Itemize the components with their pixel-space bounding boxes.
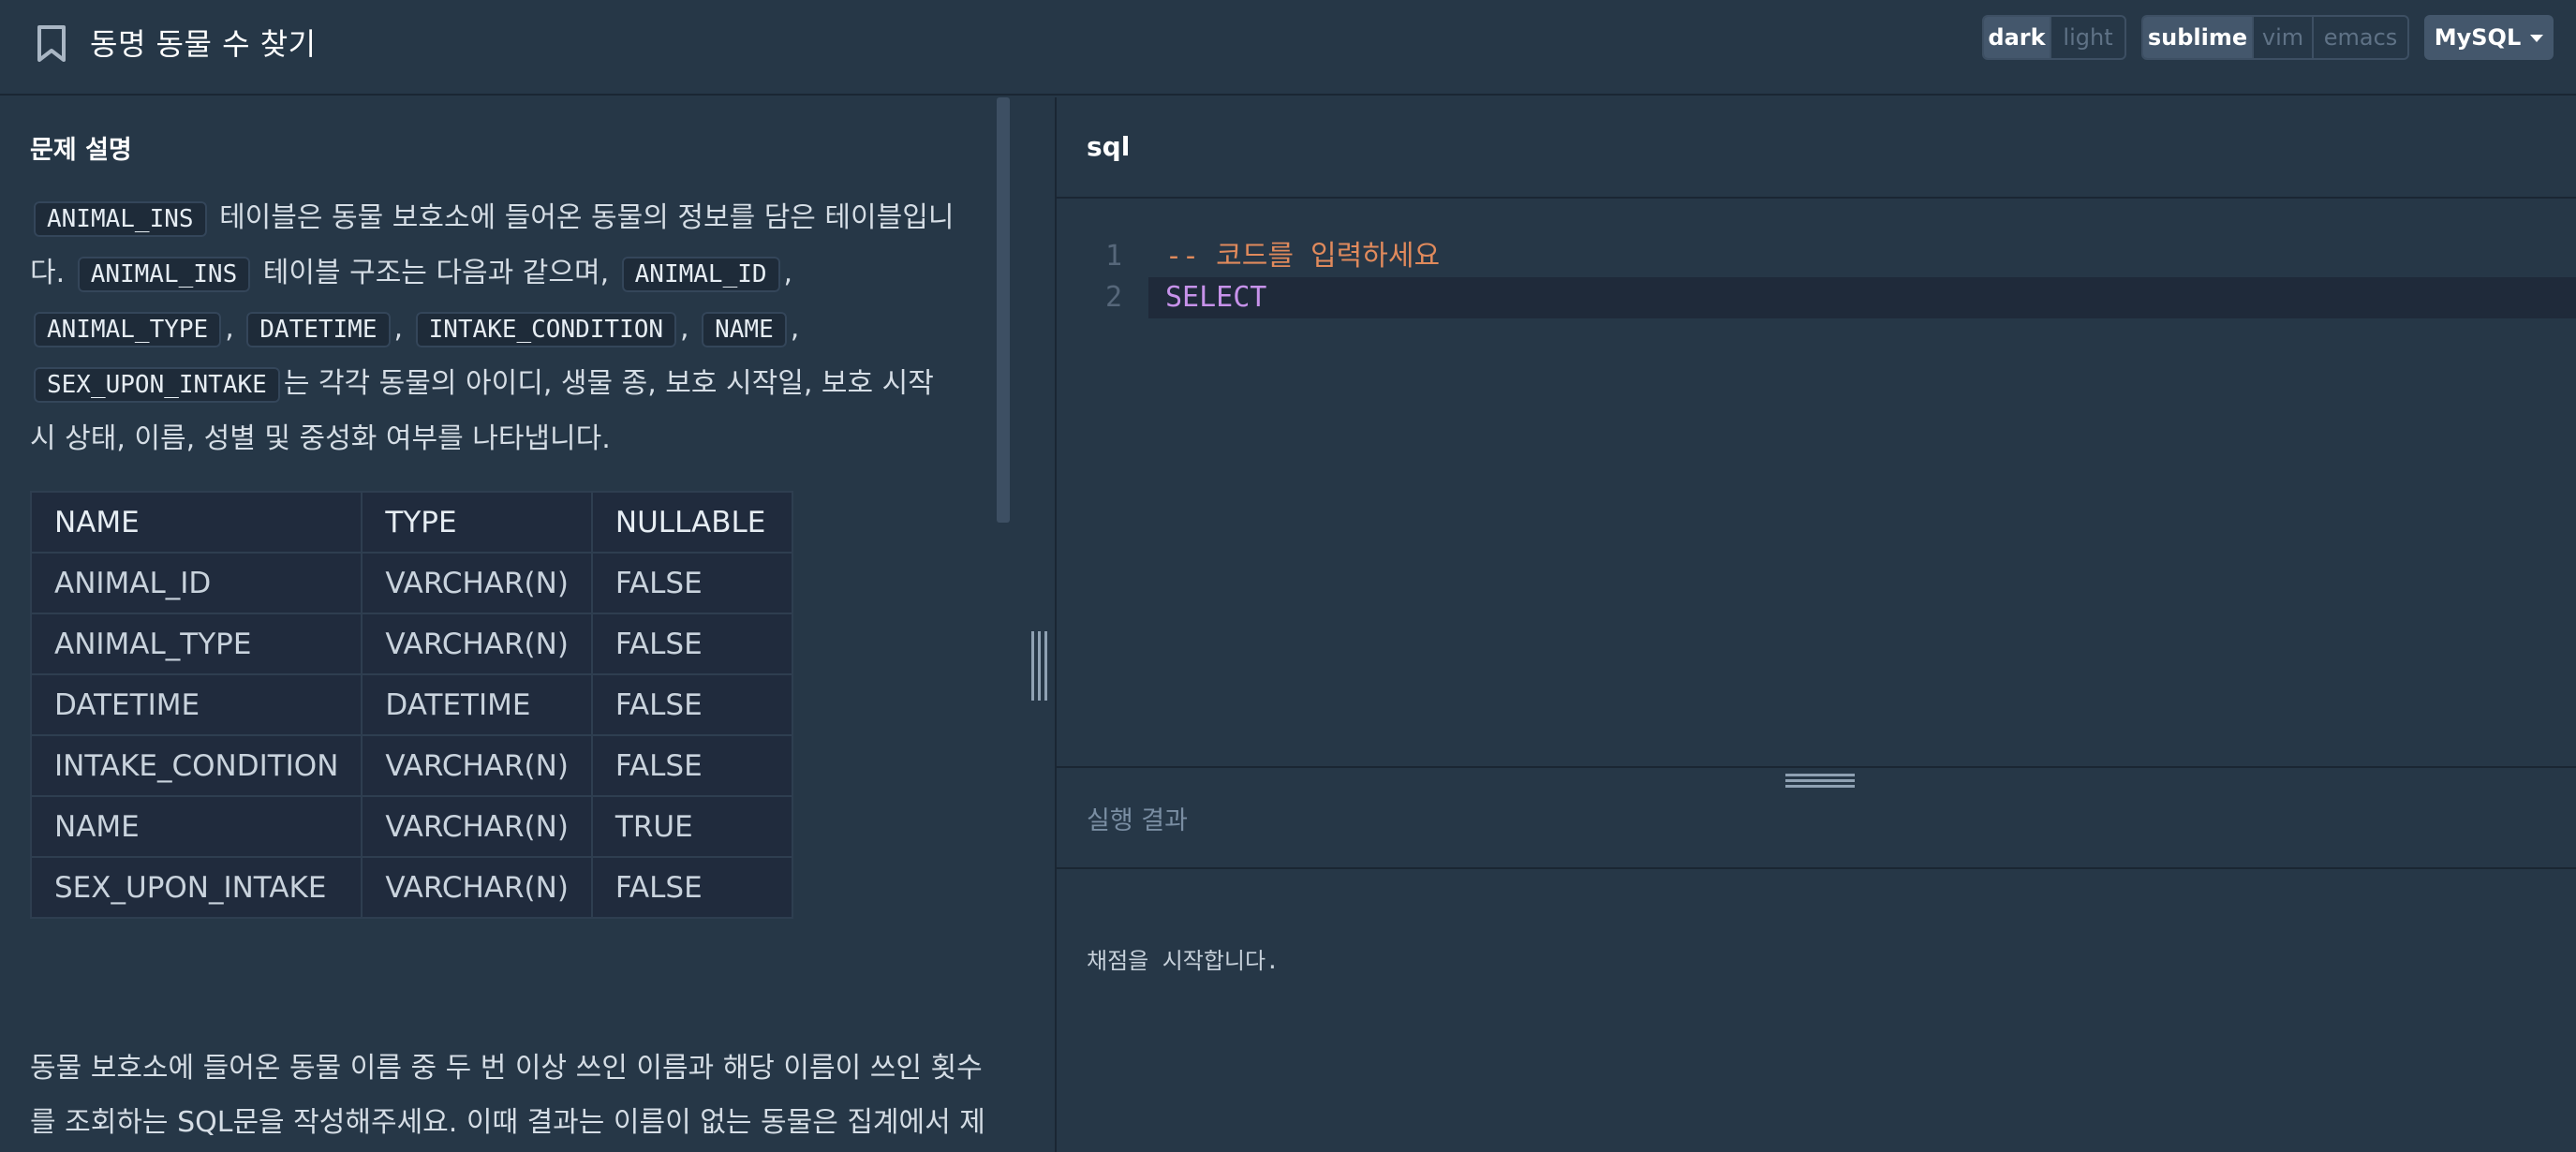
inline-code: ANIMAL_ID [621,257,780,292]
keymap-vim-option[interactable]: vim [2252,17,2312,58]
table-cell: SEX_UPON_INTAKE [29,856,363,919]
table-header-row: NAME TYPE NULLABLE [29,491,793,554]
resize-handle-horizontal[interactable] [1785,774,1855,792]
inline-code: ANIMAL_INS [34,201,207,237]
table-cell: DATETIME [361,673,593,736]
table-row: ANIMAL_TYPE VARCHAR(N) FALSE [29,613,793,675]
editor-label: sql [1087,131,1131,162]
code-editor[interactable]: 1 -- 코드를 입력하세요 2 SELECT [1057,199,2576,766]
table-cell: TRUE [590,795,793,858]
description-text: , [790,312,800,345]
table-cell: VARCHAR(N) [361,552,593,614]
code-line[interactable]: 2 SELECT [1057,277,2576,318]
inline-code: ANIMAL_INS [77,257,251,292]
description-text: , [225,312,244,345]
inline-code: DATETIME [246,312,391,347]
table-cell: DATETIME [29,673,363,736]
language-label: MySQL [2434,24,2522,51]
table-cell: NAME [29,795,363,858]
inline-code: SEX_UPON_INTAKE [34,367,280,403]
description-text: 테이블 구조는 다음과 같으며, [254,257,618,289]
chevron-down-icon [2530,35,2544,42]
section-title: 문제 설명 [30,136,132,165]
table-cell: VARCHAR(N) [361,734,593,797]
description-text: , [783,257,793,289]
table-cell: VARCHAR(N) [361,856,593,919]
schema-table: NAME TYPE NULLABLE ANIMAL_ID VARCHAR(N) … [29,491,793,919]
table-row: ANIMAL_ID VARCHAR(N) FALSE [29,552,793,614]
problem-description: ANIMAL_INS 테이블은 동물 보호소에 들어온 동물의 정보를 담은 테… [30,191,967,466]
results-label: 실행 결과 [1087,806,1188,835]
results-header: 실행 결과 [1057,766,2576,869]
line-number: 2 [1105,281,1123,314]
keymap-sublime-option[interactable]: sublime [2143,17,2252,58]
theme-toggle: dark light [1982,15,2126,60]
table-cell: ANIMAL_TYPE [29,613,363,675]
table-header-cell: NULLABLE [590,491,793,554]
results-message: 채점을 시작합니다. [1087,948,1280,974]
code-line[interactable]: 1 -- 코드를 입력하세요 [1057,236,2576,277]
table-cell: VARCHAR(N) [361,613,593,675]
editor-header: sql [1057,97,2576,199]
table-row: DATETIME DATETIME FALSE [29,673,793,736]
inline-code: ANIMAL_TYPE [34,312,222,347]
code-text[interactable]: -- 코드를 입력하세요 [1165,236,1440,277]
language-dropdown[interactable]: MySQL [2424,15,2554,60]
resize-handle-vertical[interactable] [1029,631,1049,701]
inline-code: NAME [702,312,787,347]
line-number: 1 [1105,240,1123,273]
problem-scrollbar[interactable] [997,97,1010,523]
task-description: 동물 보호소에 들어온 동물 이름 중 두 번 이상 쓰인 이름과 해당 이름이… [30,1052,985,1139]
problem-panel: 문제 설명 ANIMAL_INS 테이블은 동물 보호소에 들어온 동물의 정보… [0,97,1055,1152]
table-header-cell: TYPE [361,491,593,554]
description-text: , [680,312,699,345]
code-text[interactable]: SELECT [1165,277,1266,318]
table-cell: INTAKE_CONDITION [29,734,363,797]
inline-code: INTAKE_CONDITION [415,312,677,347]
bookmark-icon[interactable] [36,24,67,64]
table-header-cell: NAME [29,491,363,554]
description-text: , [393,312,412,345]
theme-light-option[interactable]: light [2050,17,2124,58]
page-title: 동명 동물 수 찾기 [90,26,317,62]
table-row: INTAKE_CONDITION VARCHAR(N) FALSE [29,734,793,797]
table-cell: FALSE [590,856,793,919]
keymap-toggle: sublime vim emacs [2141,15,2409,60]
table-row: SEX_UPON_INTAKE VARCHAR(N) FALSE [29,856,793,919]
table-cell: ANIMAL_ID [29,552,363,614]
table-cell: FALSE [590,552,793,614]
table-cell: FALSE [590,673,793,736]
table-cell: VARCHAR(N) [361,795,593,858]
table-cell: FALSE [590,613,793,675]
keymap-emacs-option[interactable]: emacs [2312,17,2407,58]
table-row: NAME VARCHAR(N) TRUE [29,795,793,858]
top-bar: 동명 동물 수 찾기 dark light sublime vim emacs … [0,0,2576,96]
theme-dark-option[interactable]: dark [1984,17,2050,58]
table-cell: FALSE [590,734,793,797]
